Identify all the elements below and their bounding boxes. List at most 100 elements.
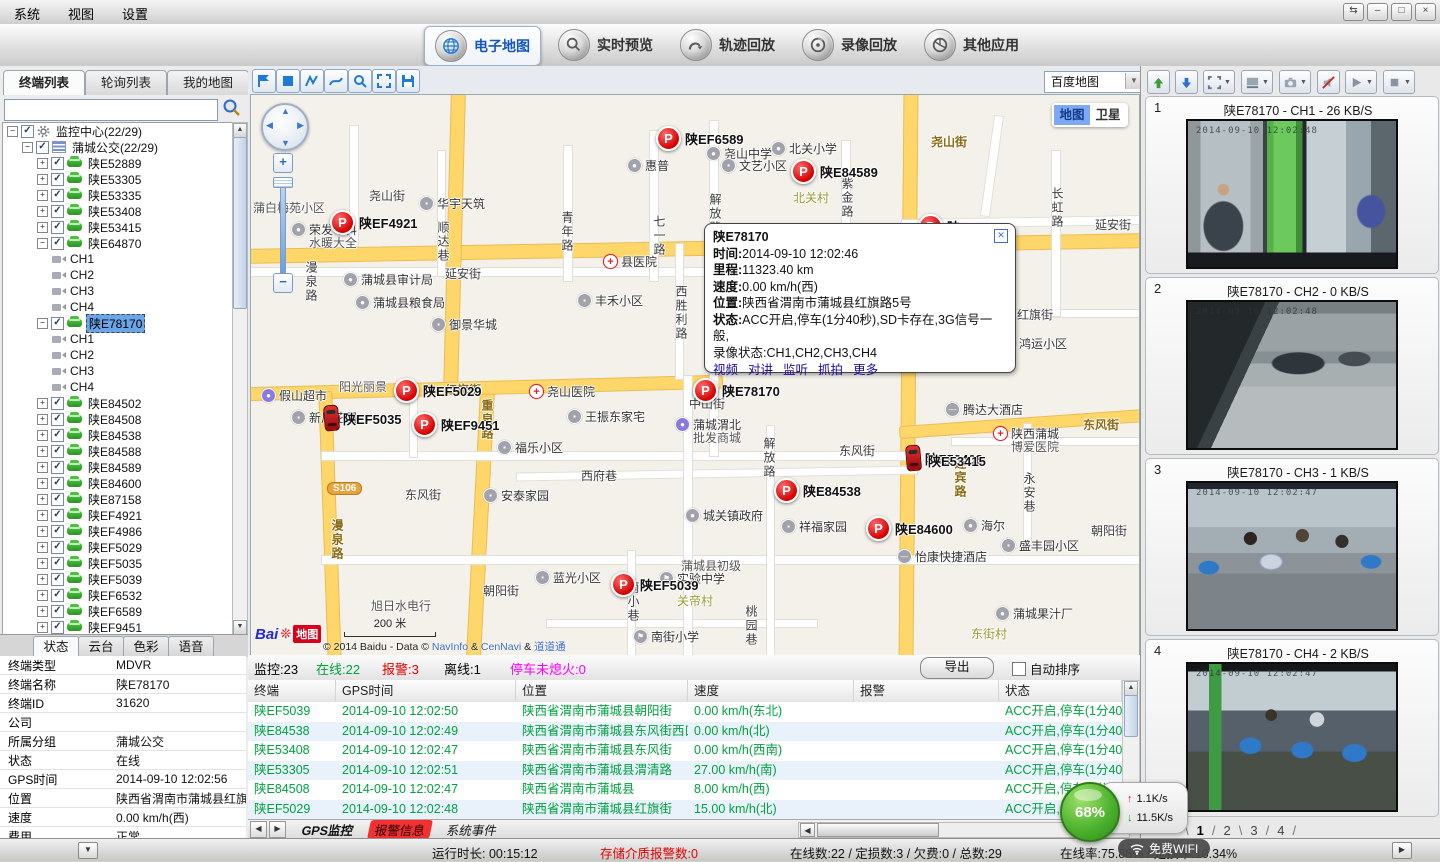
tree-item-CH4[interactable]: CH4	[3, 379, 233, 395]
fullscreen-video-button[interactable]: ▼	[1203, 70, 1235, 94]
column-header-状态[interactable]: 状态	[999, 680, 1122, 702]
page-up-button[interactable]	[1147, 70, 1170, 94]
chevron-down-icon[interactable]: ▼	[1262, 79, 1269, 86]
tree-checkbox[interactable]: ✓	[51, 445, 64, 458]
tab-状态[interactable]: 状态	[33, 636, 79, 658]
close-icon[interactable]: ✕	[994, 229, 1008, 243]
video-frame[interactable]: 2014-09-10 12:02:48	[1186, 119, 1398, 269]
tab-scroll-right-icon[interactable]: ▶	[269, 821, 286, 838]
collapse-icon[interactable]: −	[7, 126, 18, 137]
tree-item-陕EF6589[interactable]: +✓陕EF6589	[3, 603, 233, 619]
tab-我的地图[interactable]: 我的地图	[167, 70, 249, 95]
page-tab-3[interactable]: 3	[1246, 823, 1261, 838]
zoom-out-button[interactable]: −	[273, 273, 293, 293]
table-row[interactable]: 陕E534082014-09-10 12:02:47陕西省渭南市蒲城县东风街0.…	[248, 741, 1122, 761]
nav-tab-电子地图[interactable]: 电子地图	[424, 26, 541, 66]
pan-left-icon[interactable]: ◀	[266, 120, 273, 131]
vehicle-marker-陕EF4921[interactable]: P陕EF4921	[330, 210, 418, 235]
table-row[interactable]: 陕E845382014-09-10 12:02:49陕西省渭南市蒲城县东风街西口…	[248, 722, 1122, 742]
column-header-速度[interactable]: 速度	[688, 680, 854, 702]
page-tab-2[interactable]: 2	[1219, 823, 1234, 838]
tab-轮询列表[interactable]: 轮询列表	[85, 70, 167, 95]
tab-语音[interactable]: 语音	[168, 636, 214, 658]
tree-checkbox[interactable]: ✓	[51, 221, 64, 234]
vehicle-marker-陕EF5035[interactable]: 陕EF5035	[324, 405, 402, 431]
vehicle-marker-陕E84589[interactable]: P陕E84589	[791, 159, 878, 184]
tree-checkbox[interactable]: ✓	[51, 317, 64, 330]
expand-icon[interactable]: +	[37, 174, 48, 185]
scroll-thumb[interactable]	[817, 823, 939, 837]
expand-icon[interactable]: +	[37, 558, 48, 569]
tree-checkbox[interactable]: ✓	[51, 557, 64, 570]
collapse-button[interactable]: ▼	[78, 842, 98, 859]
tree-item-监控中心(22/29)[interactable]: −✓监控中心(22/29)	[3, 123, 233, 139]
expand-icon[interactable]: +	[37, 622, 48, 633]
video-cell-4[interactable]: 4陕E78170 - CH4 - 2 KB/S2014-09-10 12:02:…	[1145, 639, 1439, 817]
expand-icon[interactable]: +	[37, 158, 48, 169]
tree-item-陕E53415[interactable]: +✓陕E53415	[3, 219, 233, 235]
tree-checkbox[interactable]: ✓	[51, 509, 64, 522]
map-canvas[interactable]: ●惠普●尧山中学●北关小学▪文艺小区尧山街尧山街蒲白梅苑小区▪华宇天筑●荣发电料…	[250, 94, 1140, 656]
expand-icon[interactable]: +	[37, 398, 48, 409]
tree-item-陕EF5039[interactable]: +✓陕EF5039	[3, 571, 233, 587]
tree-checkbox[interactable]: ✓	[21, 125, 34, 138]
maptype-地图[interactable]: 地图	[1054, 105, 1090, 125]
scroll-thumb[interactable]	[233, 137, 247, 309]
autosort-toggle[interactable]: 自动排序	[1012, 659, 1080, 678]
tree-item-陕E78170[interactable]: −✓陕E78170	[3, 315, 233, 331]
export-button[interactable]: 导出	[920, 657, 994, 679]
pin-button[interactable]: ⇆	[1343, 3, 1364, 21]
column-header-位置[interactable]: 位置	[516, 680, 688, 702]
tree-item-陕E84508[interactable]: +✓陕E84508	[3, 411, 233, 427]
pan-up-icon[interactable]: ▲	[281, 106, 290, 116]
tree-item-CH2[interactable]: CH2	[3, 267, 233, 283]
tree-item-陕E53408[interactable]: +✓陕E53408	[3, 203, 233, 219]
snapshot-button[interactable]: ▼	[1279, 70, 1311, 94]
tree-item-陕EF5035[interactable]: +✓陕EF5035	[3, 555, 233, 571]
play-button[interactable]: ▼	[1345, 70, 1377, 94]
save-tool-icon[interactable]	[396, 69, 420, 93]
chevron-down-icon[interactable]: ▼	[1224, 79, 1231, 86]
menu-item[interactable]: 视图	[54, 0, 108, 27]
popup-link-监听[interactable]: 监听	[783, 362, 808, 379]
table-row[interactable]: 陕E533052014-09-10 12:02:51陕西省渭南市蒲城县渭清路27…	[248, 761, 1122, 781]
tree-checkbox[interactable]: ✓	[51, 477, 64, 490]
autosort-checkbox[interactable]	[1012, 662, 1026, 676]
tree-item-陕EF4921[interactable]: +✓陕EF4921	[3, 507, 233, 523]
stop-video-button[interactable]: ▼	[1383, 70, 1415, 94]
tree-item-CH1[interactable]: CH1	[3, 251, 233, 267]
chevron-down-icon[interactable]: ▼	[1366, 79, 1373, 86]
search-button[interactable]	[222, 98, 244, 120]
pan-down-icon[interactable]: ▼	[281, 138, 290, 148]
tree-checkbox[interactable]: ✓	[51, 589, 64, 602]
page-down-button[interactable]	[1175, 70, 1198, 94]
tree-item-陕E84589[interactable]: +✓陕E84589	[3, 459, 233, 475]
search-input[interactable]	[4, 99, 218, 121]
pan-right-icon[interactable]: ▶	[297, 120, 304, 131]
tree-item-陕E53305[interactable]: +✓陕E53305	[3, 171, 233, 187]
tree-checkbox[interactable]: ✓	[51, 397, 64, 410]
menu-item[interactable]: 设置	[108, 0, 162, 27]
table-row[interactable]: 陕E845082014-09-10 12:02:47陕西省渭南市蒲城县8.00 …	[248, 780, 1122, 800]
collapse-icon[interactable]: −	[22, 142, 33, 153]
close-button[interactable]: ×	[1415, 3, 1436, 21]
tree-checkbox[interactable]: ✓	[36, 141, 49, 154]
column-header-终端[interactable]: 终端	[248, 680, 336, 702]
page-tab-1[interactable]: 1	[1193, 823, 1208, 838]
tab-scroll-left-icon[interactable]: ◀	[250, 821, 267, 838]
scroll-up-icon[interactable]: ▲	[1124, 681, 1138, 696]
scroll-thumb[interactable]	[1124, 695, 1138, 737]
vehicle-marker-陕EF9451[interactable]: P陕EF9451	[412, 412, 500, 437]
tree-item-CH3[interactable]: CH3	[3, 283, 233, 299]
vehicle-marker-陕EF5029[interactable]: P陕EF5029	[394, 378, 482, 403]
tree-checkbox[interactable]: ✓	[51, 621, 64, 634]
flag-tool-icon[interactable]	[252, 69, 276, 93]
popup-link-抓拍[interactable]: 抓拍	[818, 362, 843, 379]
layout-button[interactable]: ▼	[1241, 70, 1273, 94]
column-header-GPS时间[interactable]: GPS时间	[336, 680, 516, 702]
vehicle-marker-陕E53408[interactable]: 陕E53408陕E53415	[906, 445, 983, 471]
tree-checkbox[interactable]: ✓	[51, 413, 64, 426]
video-cell-1[interactable]: 1陕E78170 - CH1 - 26 KB/S2014-09-10 12:02…	[1145, 96, 1439, 274]
vehicle-marker-陕E84538[interactable]: P陕E84538	[774, 478, 861, 503]
tree-item-陕E87158[interactable]: +✓陕E87158	[3, 491, 233, 507]
